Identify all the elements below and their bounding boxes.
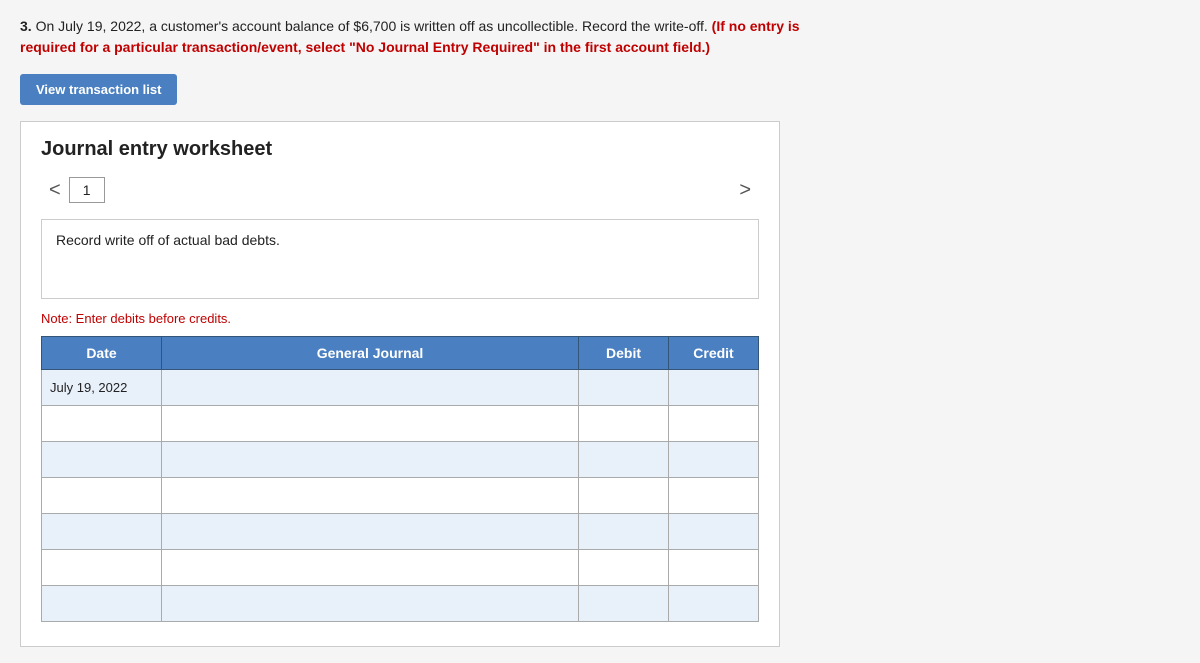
table-row: July 19, 2022 [42,370,759,406]
cell-debit[interactable] [579,586,669,622]
nav-row: < 1 > [41,177,759,203]
cell-date[interactable] [42,478,162,514]
cell-date[interactable] [42,586,162,622]
problem-number: 3. [20,18,32,34]
cell-credit[interactable] [669,370,759,406]
table-row [42,406,759,442]
header-general-journal: General Journal [162,337,579,370]
cell-debit[interactable] [579,370,669,406]
view-transaction-list-button[interactable]: View transaction list [20,74,177,105]
cell-journal[interactable] [162,514,579,550]
cell-journal[interactable] [162,406,579,442]
cell-date[interactable] [42,514,162,550]
cell-journal[interactable] [162,370,579,406]
worksheet-container: Journal entry worksheet < 1 > Record wri… [20,121,780,647]
cell-debit[interactable] [579,442,669,478]
cell-credit[interactable] [669,442,759,478]
cell-date[interactable]: July 19, 2022 [42,370,162,406]
cell-credit[interactable] [669,478,759,514]
next-arrow-button[interactable]: > [731,179,759,202]
cell-date[interactable] [42,442,162,478]
table-row [42,514,759,550]
cell-credit[interactable] [669,586,759,622]
header-credit: Credit [669,337,759,370]
table-row [42,442,759,478]
cell-journal[interactable] [162,442,579,478]
tab-number: 1 [69,177,105,203]
table-row [42,586,759,622]
table-row [42,550,759,586]
table-header-row: Date General Journal Debit Credit [42,337,759,370]
cell-debit[interactable] [579,514,669,550]
cell-credit[interactable] [669,514,759,550]
cell-date[interactable] [42,406,162,442]
cell-debit[interactable] [579,406,669,442]
cell-credit[interactable] [669,550,759,586]
description-text: Record write off of actual bad debts. [56,232,280,248]
worksheet-title: Journal entry worksheet [41,138,759,161]
cell-journal[interactable] [162,550,579,586]
problem-statement: 3. On July 19, 2022, a customer's accoun… [20,16,1180,58]
cell-date[interactable] [42,550,162,586]
cell-credit[interactable] [669,406,759,442]
table-row [42,478,759,514]
cell-debit[interactable] [579,478,669,514]
note-text: Note: Enter debits before credits. [41,311,759,326]
prev-arrow-button[interactable]: < [41,179,69,202]
description-box: Record write off of actual bad debts. [41,219,759,299]
problem-main-text: On July 19, 2022, a customer's account b… [36,18,708,34]
cell-debit[interactable] [579,550,669,586]
header-date: Date [42,337,162,370]
cell-journal[interactable] [162,586,579,622]
journal-table: Date General Journal Debit Credit July 1… [41,336,759,622]
header-debit: Debit [579,337,669,370]
cell-journal[interactable] [162,478,579,514]
